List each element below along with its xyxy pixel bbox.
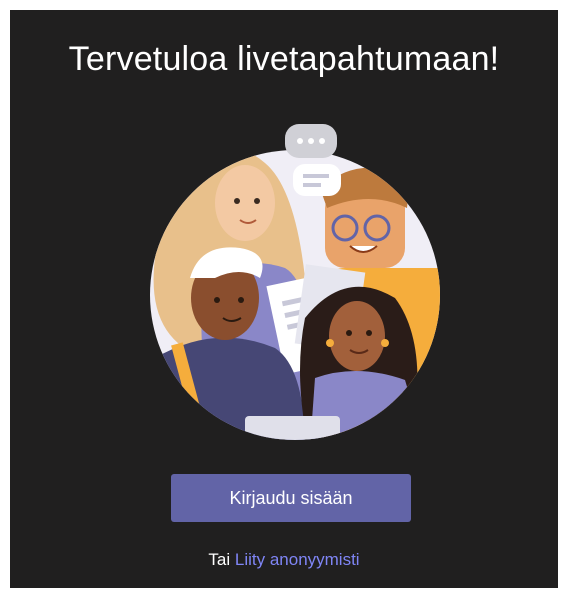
anonymous-join-line: Tai Liity anonyymisti	[10, 550, 558, 570]
page-title: Tervetuloa livetapahtumaan!	[68, 40, 500, 78]
sign-in-button[interactable]: Kirjaudu sisään	[171, 474, 411, 522]
join-anonymously-link[interactable]: Liity anonyymisti	[235, 550, 360, 569]
people-group-illustration	[150, 124, 440, 440]
or-text: Tai	[208, 550, 231, 569]
welcome-panel: Tervetuloa livetapahtumaan! Kirjaudu sis…	[10, 10, 558, 588]
